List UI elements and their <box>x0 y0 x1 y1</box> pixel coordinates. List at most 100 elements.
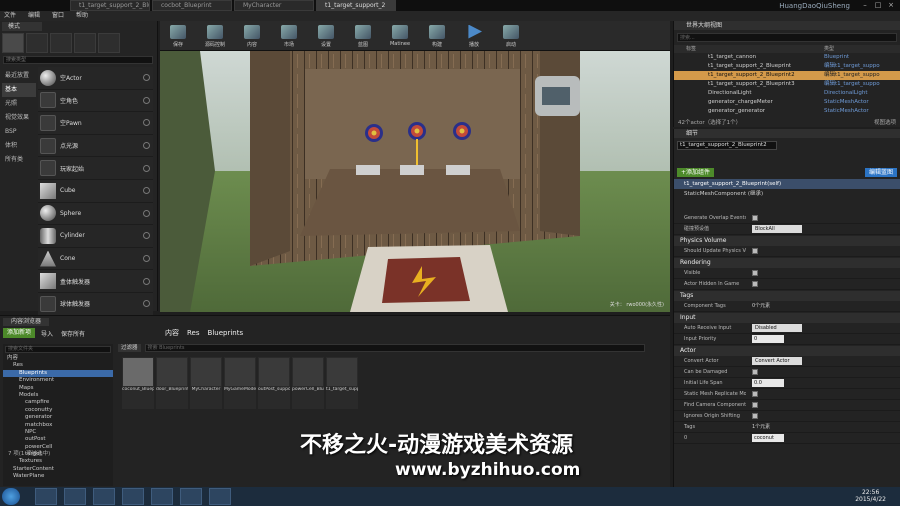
outliner-row[interactable]: generator_generator StaticMeshActor <box>674 107 900 116</box>
folder-row[interactable]: WaterPlane <box>3 473 113 480</box>
folder-row[interactable]: Blueprints <box>3 369 113 378</box>
info-icon[interactable] <box>143 187 150 195</box>
dropdown[interactable]: BlockAll <box>752 225 802 233</box>
outliner-row[interactable]: t1_target_support_2_Blueprint 编辑t1_target… <box>674 62 900 71</box>
place-item[interactable]: Cube <box>38 179 153 203</box>
breadcrumb-item[interactable]: Blueprints <box>208 328 244 338</box>
start-button[interactable] <box>2 488 20 505</box>
document-tab[interactable]: cocbot_Blueprint <box>152 0 232 11</box>
toolbar-button[interactable]: 源码控制 <box>197 21 233 51</box>
filter-button[interactable]: 过滤器 <box>118 344 141 352</box>
folder-row[interactable]: Textures <box>3 458 113 465</box>
place-item[interactable]: 空角色 <box>38 89 153 113</box>
document-tab[interactable]: t1_target_support_2_Bluepri <box>70 0 150 11</box>
place-item[interactable]: 点光源 <box>38 134 153 158</box>
outliner-row[interactable]: t1_target_support_2_Blueprint3 编辑t1_targe… <box>674 80 900 89</box>
place-mode-icon[interactable] <box>2 33 24 53</box>
value-field[interactable]: 0.0 <box>752 379 784 387</box>
toolbar-button[interactable]: 设置 <box>308 21 344 51</box>
toolbar-button[interactable]: 启动 <box>493 21 529 51</box>
checkbox[interactable] <box>752 270 758 276</box>
powerpoint-icon[interactable] <box>122 488 144 505</box>
recorder-icon[interactable] <box>209 488 231 505</box>
close-icon[interactable]: × <box>886 1 896 9</box>
minimize-icon[interactable]: – <box>860 1 870 9</box>
place-item[interactable]: Cone <box>38 247 153 271</box>
value-field[interactable]: 0 <box>752 335 784 343</box>
place-search-input[interactable]: 搜索类型 <box>3 56 153 64</box>
outliner-col-type[interactable]: 类型 <box>824 45 894 53</box>
level-viewport[interactable]: 关卡： rwo000(永久性) <box>160 51 670 312</box>
save-all-button[interactable]: 保存所有 <box>61 329 85 338</box>
info-icon[interactable] <box>143 164 150 172</box>
folder-row[interactable]: Res <box>3 362 113 369</box>
view-options-button[interactable]: 视图选项 <box>874 118 896 126</box>
info-icon[interactable] <box>143 142 150 150</box>
add-component-button[interactable]: +添加组件 <box>677 168 715 177</box>
info-icon[interactable] <box>143 96 150 104</box>
checkbox[interactable] <box>752 369 758 375</box>
section-header[interactable]: Physics Volume <box>674 236 900 246</box>
info-icon[interactable] <box>143 119 150 127</box>
asset-tile[interactable]: outPost_support_Blueprint <box>258 357 290 409</box>
info-icon[interactable] <box>143 255 150 263</box>
document-tab[interactable]: t1_target_support_2 <box>316 0 396 11</box>
asset-tile[interactable]: MyGameMode <box>224 357 256 409</box>
edit-blueprint-button[interactable]: 编辑蓝图 <box>864 168 897 177</box>
outliner-row[interactable]: t1_target_cannon Blueprint <box>674 53 900 62</box>
asset-tile[interactable]: powerCell_Blueprint <box>292 357 324 409</box>
outliner-tab[interactable]: 世界大纲视图 <box>674 21 900 30</box>
info-icon[interactable] <box>143 277 150 285</box>
breadcrumb-item[interactable]: Res <box>187 328 200 338</box>
asset-tile[interactable]: coconut_Blueprint <box>122 357 154 409</box>
info-icon[interactable] <box>143 74 150 82</box>
menu-item[interactable]: 编辑 <box>28 11 40 21</box>
place-category[interactable]: 视觉效果 <box>2 111 36 125</box>
outliner-row[interactable]: DirectionalLight DirectionalLight <box>674 89 900 98</box>
menu-item[interactable]: 文件 <box>4 11 16 21</box>
folder-row[interactable]: campfire <box>3 399 113 406</box>
toolbar-button[interactable]: 播放 <box>456 21 492 51</box>
folder-row[interactable]: coconutty <box>3 407 113 414</box>
folder-search-input[interactable]: 搜索文件夹 <box>5 346 111 353</box>
toolbar-button[interactable]: 蓝图 <box>345 21 381 51</box>
outliner-row[interactable]: t1_target_support_2_Blueprint2 编辑t1_targe… <box>674 71 900 80</box>
place-category[interactable]: 体积 <box>2 139 36 153</box>
component-row[interactable]: t1_target_support_2_Blueprint(self) <box>674 179 900 189</box>
unreal-editor-icon[interactable] <box>180 488 202 505</box>
import-button[interactable]: 导入 <box>41 329 53 338</box>
place-category[interactable]: 最近放置 <box>2 69 36 83</box>
toolbar-button[interactable]: 市场 <box>271 21 307 51</box>
place-category[interactable]: 光照 <box>2 97 36 111</box>
asset-search-input[interactable]: 搜索 Blueprints <box>144 344 645 352</box>
menu-item[interactable]: 帮助 <box>76 11 88 21</box>
place-item[interactable]: 玩家起始 <box>38 157 153 180</box>
info-icon[interactable] <box>143 209 150 217</box>
folder-row[interactable]: generator <box>3 414 113 421</box>
breadcrumb-item[interactable]: 内容 <box>165 328 179 338</box>
add-new-button[interactable]: 添加新项 <box>3 328 36 338</box>
place-item[interactable]: Cylinder <box>38 225 153 248</box>
asset-tile[interactable]: t1_target_support_2_Blueprint <box>326 357 358 409</box>
place-category[interactable]: 所有类 <box>2 153 36 167</box>
outliner-search-input[interactable]: 搜索... <box>677 33 897 42</box>
info-icon[interactable] <box>143 300 150 308</box>
outliner-col-label[interactable]: 标签 <box>674 45 824 53</box>
epic-launcher-icon[interactable] <box>151 488 173 505</box>
checkbox[interactable] <box>752 413 758 419</box>
place-item[interactable]: 球体触发器 <box>38 292 153 316</box>
checkbox[interactable] <box>752 215 758 221</box>
folder-row[interactable]: NPC <box>3 429 113 436</box>
folder-row[interactable]: StarterContent <box>3 466 113 473</box>
checkbox[interactable] <box>752 402 758 408</box>
folder-row[interactable]: Models <box>3 392 113 399</box>
foliage-mode-icon[interactable] <box>74 33 96 53</box>
folder-row[interactable]: 内容 <box>3 355 113 362</box>
toolbar-button[interactable]: 保存 <box>160 21 196 51</box>
place-item[interactable]: 空Pawn <box>38 112 153 135</box>
dropdown[interactable]: Disabled <box>752 324 802 332</box>
clock[interactable]: 22:56 2015/4/22 <box>855 489 886 503</box>
place-category[interactable]: 基本 <box>2 83 36 97</box>
section-header[interactable]: Rendering <box>674 258 900 268</box>
paint-mode-icon[interactable] <box>26 33 48 53</box>
